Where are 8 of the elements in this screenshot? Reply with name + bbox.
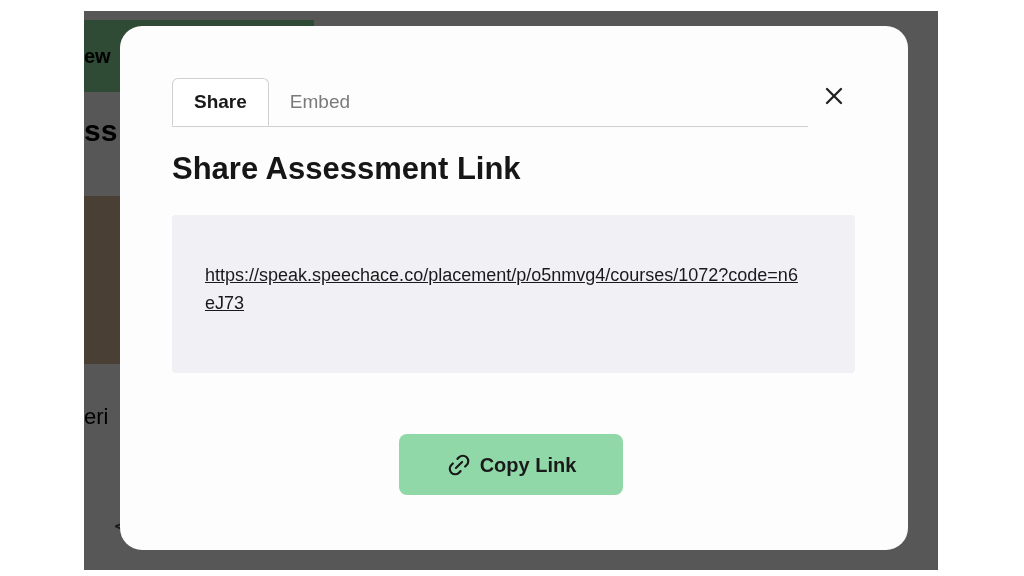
page-heading: ss xyxy=(84,116,118,146)
banner-text: ew xyxy=(84,44,111,69)
card-text: eri xyxy=(84,406,109,428)
copy-link-button[interactable]: Copy Link xyxy=(399,434,623,495)
dialog-title: Share Assessment Link xyxy=(172,153,522,184)
tab[interactable]: Share xyxy=(172,78,269,126)
share-link[interactable]: https://speak.speechace.co/placement/p/o5nmvg4/courses/1072?code=n6eJ73 xyxy=(205,261,807,317)
tab[interactable]: Embed xyxy=(268,78,371,126)
